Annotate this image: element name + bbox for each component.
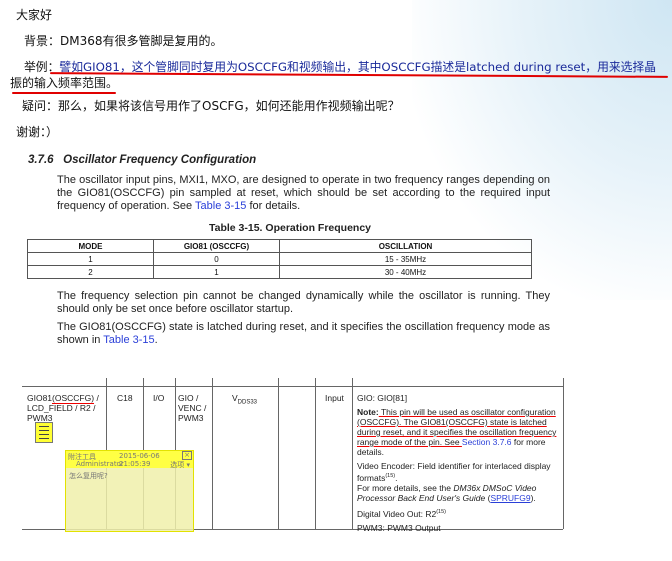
section-paragraph-1: The oscillator input pins, MXI1, MXO, ar…: [57, 174, 550, 212]
table-row: 1 0 15 - 35MHz: [27, 252, 532, 266]
column-divider: [315, 378, 316, 529]
table-link[interactable]: Table 3-15: [195, 200, 246, 212]
pin-mux: GIO / VENC / PWM3: [178, 393, 207, 423]
annotation-author: Administrator: [76, 460, 124, 468]
pin-ball: C18: [117, 393, 133, 403]
column-divider: [352, 378, 353, 529]
section-title: Oscillator Frequency Configuration: [63, 154, 257, 166]
greeting: 大家好: [16, 8, 53, 22]
section-paragraph-3: The GIO81(OSCCFG) state is latched durin…: [57, 321, 550, 346]
close-icon[interactable]: ×: [182, 451, 192, 460]
background-text: DM368有很多管脚是复用的。: [60, 34, 223, 48]
question-line: 疑问：那么，如果将该信号用作了OSCFG，如何还能用作视频输出呢？: [22, 97, 400, 114]
sticky-note-icon[interactable]: [35, 422, 53, 443]
background-line: 背景：DM368有很多管脚是复用的。: [24, 32, 223, 49]
pin-supply: VDDS33: [232, 393, 258, 406]
annotation-text[interactable]: 怎么复用呢?: [66, 468, 193, 484]
pin-type: I/O: [153, 393, 165, 403]
column-divider: [563, 378, 564, 529]
annotation-options[interactable]: 选项 ▾: [170, 460, 190, 470]
operation-frequency-table: MODE GIO81 (OSCCFG) OSCILLATION 1 0 15 - 35M…: [27, 239, 532, 279]
sprufg9-link[interactable]: SPRUFG9: [490, 493, 530, 503]
table-link[interactable]: Table 3-15: [103, 334, 154, 346]
question-text: 那么，如果将该信号用作了OSCFG，如何还能用作视频输出呢？: [58, 99, 400, 113]
table-title: Table 3-15. Operation Frequency: [208, 222, 372, 234]
column-divider: [212, 378, 213, 529]
pin-table-border: [22, 386, 563, 387]
thanks: 谢谢：）: [16, 125, 59, 139]
column-divider: [278, 378, 279, 529]
section-paragraph-2: The frequency selection pin cannot be ch…: [57, 290, 550, 315]
section-link[interactable]: Section 3.7.6: [462, 437, 512, 447]
red-underline: [12, 92, 116, 94]
question-label: 疑问：: [22, 99, 59, 113]
pin-name: GIO81(OSCCFG) / LCD_FIELD / R2 / PWM3: [27, 393, 99, 423]
annotation-popup[interactable]: 附注工具 2015-06-06 21:05:39 × Administrator…: [65, 450, 194, 532]
background-label: 背景：: [24, 34, 61, 48]
pin-description: GIO: GIO[81] Note: This pin will be used…: [357, 393, 557, 533]
section-heading: 3.7.6 Oscillator Frequency Configuration: [28, 154, 256, 167]
example-line-2: 振的输入频率范围。: [10, 76, 119, 90]
table-header-row: MODE GIO81 (OSCCFG) OSCILLATION: [27, 239, 532, 253]
pin-direction: Input: [325, 393, 344, 403]
section-number: 3.7.6: [28, 154, 54, 166]
table-row: 2 1 30 - 40MHz: [27, 265, 532, 279]
annotation-titlebar[interactable]: 附注工具 2015-06-06 21:05:39 × Administrator…: [66, 451, 193, 470]
